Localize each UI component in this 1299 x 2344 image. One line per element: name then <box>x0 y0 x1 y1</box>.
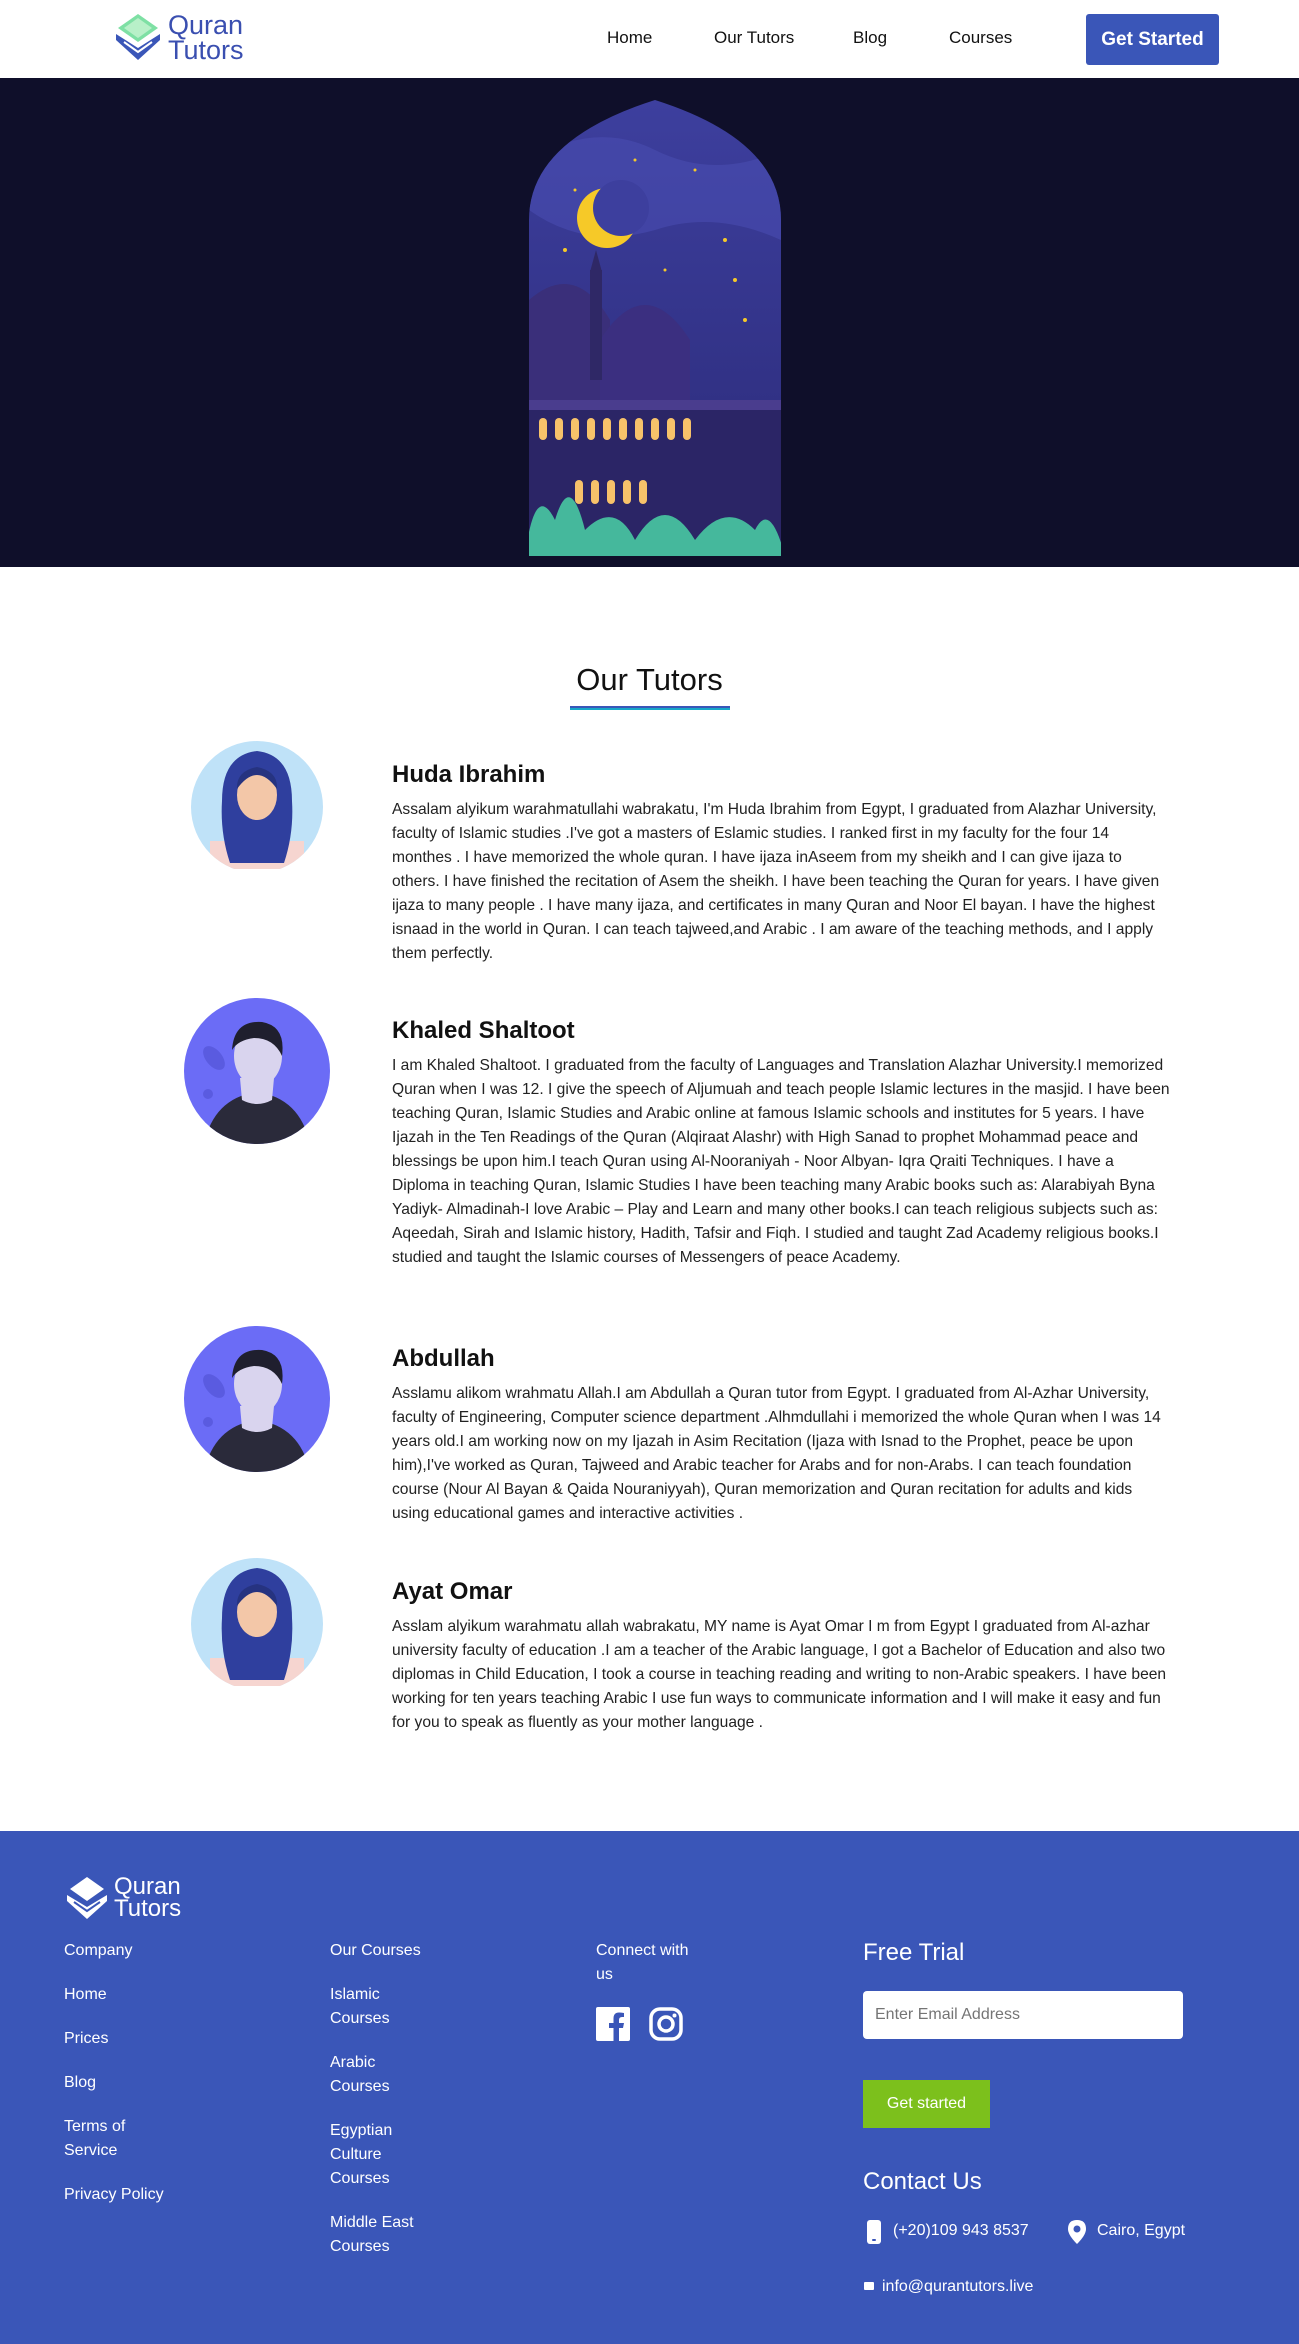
footer-link-arabic-courses[interactable]: Arabic Courses <box>330 2051 410 2099</box>
top-navbar: Quran Tutors Home Our Tutors Blog Course… <box>0 0 1299 78</box>
title-underline <box>570 706 730 710</box>
footer-logo-line2: Tutors <box>114 1895 182 1922</box>
tutor-bio: I am Khaled Shaltoot. I graduated from t… <box>392 1057 1170 1266</box>
tutor-name: Abdullah <box>392 1345 495 1372</box>
contact-us-heading: Contact Us <box>863 2168 982 2195</box>
mail-icon <box>864 2282 874 2290</box>
tutor-bio: Assalam alyikum warahmatullahi wabrakatu… <box>392 801 1160 962</box>
contact-location: Cairo, Egypt <box>1097 2222 1186 2239</box>
location-pin-icon <box>1068 2220 1086 2244</box>
mosque-illustration <box>529 100 781 556</box>
contact-phone[interactable]: (+20)109 943 8537 <box>893 2222 1029 2240</box>
phone-icon <box>867 2220 881 2244</box>
get-started-button[interactable]: Get Started <box>1086 14 1219 65</box>
footer-company-heading: Company <box>64 1942 133 1959</box>
footer-link-terms[interactable]: Terms of Service <box>64 2115 154 2163</box>
nav-blog[interactable]: Blog <box>853 28 887 48</box>
site-footer: Quran Tutors Company Home Prices Blog Te… <box>0 1831 1299 2344</box>
free-trial-heading: Free Trial <box>863 1939 965 1966</box>
nav-home[interactable]: Home <box>607 28 652 48</box>
tutor-name: Huda Ibrahim <box>392 761 546 788</box>
tutor-bio: Asslamu alikom wrahmatu Allah.I am Abdul… <box>392 1385 1161 1522</box>
get-started-trial-button[interactable]: Get started <box>863 2080 990 2128</box>
footer-logo[interactable]: Quran Tutors <box>64 1875 194 1923</box>
tutor-name: Khaled Shaltoot <box>392 1017 575 1044</box>
tutor-bio: Asslam alyikum warahmatu allah wabrakatu… <box>392 1618 1167 1731</box>
nav-courses[interactable]: Courses <box>949 28 1012 48</box>
brand-logo[interactable]: Quran Tutors <box>112 12 252 64</box>
quran-book-icon <box>67 1877 107 1919</box>
tutor-avatar-khaled <box>184 998 330 1144</box>
footer-courses-heading: Our Courses <box>330 1942 421 1959</box>
footer-link-prices[interactable]: Prices <box>64 2027 108 2051</box>
footer-link-blog[interactable]: Blog <box>64 2071 96 2095</box>
footer-link-egyptian-culture-courses[interactable]: Egyptian Culture Courses <box>330 2119 410 2191</box>
tutor-avatar-abdullah <box>184 1326 330 1472</box>
logo-text-line2: Tutors <box>168 35 244 65</box>
footer-link-privacy[interactable]: Privacy Policy <box>64 2183 164 2207</box>
footer-link-home[interactable]: Home <box>64 1983 107 2007</box>
nav-our-tutors[interactable]: Our Tutors <box>714 28 794 48</box>
section-title-our-tutors: Our Tutors <box>576 662 723 697</box>
tutor-name: Ayat Omar <box>392 1578 513 1605</box>
instagram-icon[interactable] <box>649 2007 683 2041</box>
tutor-avatar-ayat <box>191 1558 323 1686</box>
facebook-icon[interactable] <box>596 2007 630 2041</box>
tutor-avatar-huda <box>191 741 323 869</box>
footer-link-middle-east-courses[interactable]: Middle East Courses <box>330 2211 420 2259</box>
hero-banner <box>0 78 1299 567</box>
footer-link-islamic-courses[interactable]: Islamic Courses <box>330 1983 410 2031</box>
quran-book-icon <box>116 14 160 60</box>
email-input[interactable] <box>863 1991 1183 2039</box>
footer-connect-heading: Connect with us <box>596 1942 689 1983</box>
contact-email[interactable]: info@qurantutors.live <box>882 2278 1033 2296</box>
